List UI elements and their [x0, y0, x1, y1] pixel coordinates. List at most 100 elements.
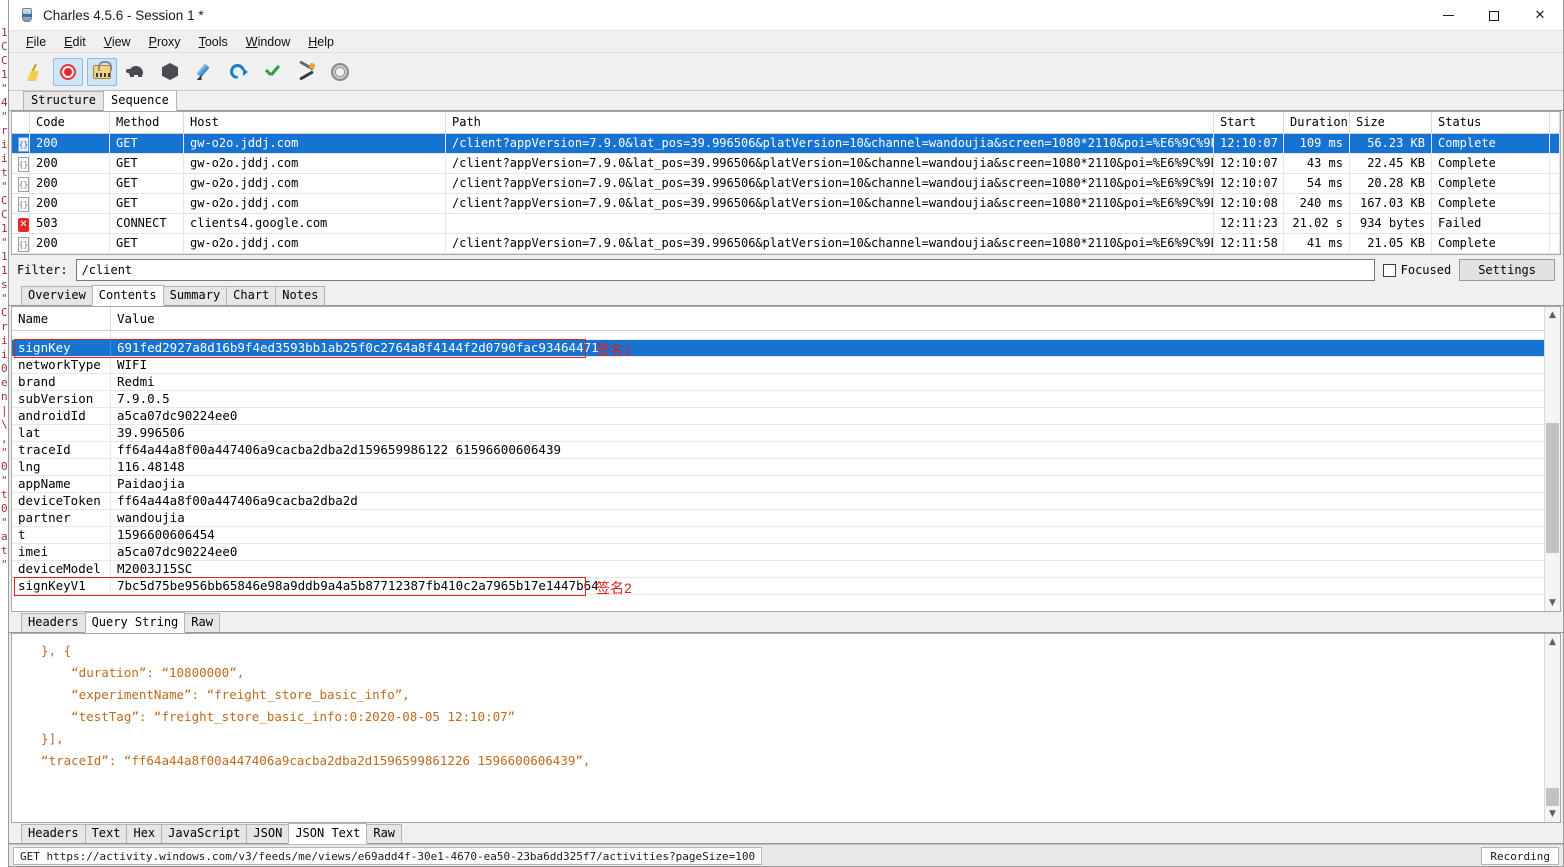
json-text-content[interactable]: }, { “duration”: “10800000”, “experiment…: [12, 634, 1560, 772]
column-header-host[interactable]: Host: [184, 112, 446, 133]
menu-item-tools[interactable]: Tools: [190, 33, 237, 51]
table-row[interactable]: t 1596600606454: [12, 527, 1560, 544]
cell-start: 12:10:07: [1214, 154, 1284, 173]
table-row[interactable]: deviceModel M2003J15SC: [12, 561, 1560, 578]
json-scroll-down-icon[interactable]: ▼: [1545, 806, 1561, 822]
tab-resp-json-text[interactable]: JSON Text: [288, 823, 368, 844]
scrollbar-thumb[interactable]: [1545, 423, 1559, 553]
tab-contents[interactable]: Contents: [91, 285, 164, 306]
settings-gear-button[interactable]: [325, 58, 355, 86]
table-row[interactable]: {} 200 GET gw-o2o.jddj.com/client?appVersio…: [12, 174, 1560, 194]
menu-item-proxy[interactable]: Proxy: [140, 33, 190, 51]
tab-resp-text[interactable]: Text: [84, 824, 128, 843]
menu-item-window[interactable]: Window: [237, 33, 299, 51]
tab-resp-headers[interactable]: Headers: [21, 824, 86, 843]
tab-structure[interactable]: Structure: [23, 91, 105, 110]
table-row[interactable]: traceId ff64a44a8f00a447406a9cacba2dba2d1…: [12, 442, 1560, 459]
column-header-value[interactable]: Value: [111, 307, 1560, 330]
minimize-button[interactable]: [1425, 0, 1471, 31]
cell-size: 167.03 KB: [1350, 194, 1432, 213]
table-row[interactable]: appName Paidaojia: [12, 476, 1560, 493]
throttle-button[interactable]: [121, 58, 151, 86]
column-header-duration[interactable]: Duration: [1284, 112, 1350, 133]
tab-resp-json[interactable]: JSON: [246, 824, 290, 843]
column-header-status[interactable]: Status: [1432, 112, 1550, 133]
table-row[interactable]: signKeyV1 7bc5d75be956bb65846e98a9ddb9a4a…: [12, 578, 1560, 595]
list-item-partial[interactable]: [12, 331, 1560, 340]
table-row[interactable]: networkType WIFI: [12, 357, 1560, 374]
cell-size: 934 bytes: [1350, 214, 1432, 233]
table-row[interactable]: signKey 691fed2927a8d16b9f4ed3593bb1ab25f…: [12, 340, 1560, 357]
table-row[interactable]: {} 200 GET gw-o2o.jddj.com/client?appVersio…: [12, 134, 1560, 154]
column-header-method[interactable]: Method: [110, 112, 184, 133]
column-header-icon[interactable]: [12, 112, 30, 133]
table-row[interactable]: lat 39.996506: [12, 425, 1560, 442]
cell-path: /client?appVersion=7.9.0&lat_pos=39.9965…: [446, 134, 1214, 153]
focused-checkbox[interactable]: [1382, 263, 1396, 277]
table-row[interactable]: {} 200 GET gw-o2o.jddj.com/client?appVersio…: [12, 194, 1560, 214]
main-tab-bar: Structure Sequence: [9, 90, 1563, 111]
tab-resp-javascript[interactable]: JavaScript: [161, 824, 248, 843]
compose-button[interactable]: [189, 58, 219, 86]
column-header-size[interactable]: Size: [1350, 112, 1432, 133]
json-scrollbar[interactable]: ▲ ▼: [1544, 634, 1560, 822]
menu-item-file[interactable]: File: [17, 33, 55, 51]
tab-resp-hex[interactable]: Hex: [126, 824, 163, 843]
tab-headers[interactable]: Headers: [21, 613, 86, 632]
table-row[interactable]: subVersion 7.9.0.5: [12, 391, 1560, 408]
menu-item-view[interactable]: View: [95, 33, 140, 51]
scrollbar-track[interactable]: [1545, 323, 1561, 595]
repeat-button[interactable]: [223, 58, 253, 86]
column-header-start[interactable]: Start: [1214, 112, 1284, 133]
clear-session-button[interactable]: [19, 58, 49, 86]
table-row[interactable]: deviceToken ff64a44a8f00a447406a9cacba2db…: [12, 493, 1560, 510]
tab-chart[interactable]: Chart: [226, 286, 277, 305]
request-list-header: Code Method Host Path Start Duration Siz…: [12, 112, 1560, 134]
ssl-proxying-button[interactable]: [87, 57, 117, 86]
json-scrollbar-thumb[interactable]: [1545, 788, 1559, 806]
json-scrollbar-track[interactable]: [1545, 650, 1561, 806]
filter-input[interactable]: /client: [75, 259, 1375, 281]
scroll-up-icon[interactable]: ▲: [1545, 307, 1561, 323]
table-row[interactable]: brand Redmi: [12, 374, 1560, 391]
minimize-icon: [1442, 15, 1454, 16]
maximize-button[interactable]: [1471, 0, 1517, 31]
table-row[interactable]: androidId a5ca07dc90224ee0: [12, 408, 1560, 425]
column-header-name[interactable]: Name: [12, 307, 111, 330]
scroll-down-icon[interactable]: ▼: [1545, 595, 1561, 611]
settings-button[interactable]: Settings: [1459, 259, 1555, 281]
tab-query-string[interactable]: Query String: [84, 612, 186, 633]
table-row[interactable]: partner wandoujia: [12, 510, 1560, 527]
tab-resp-raw[interactable]: Raw: [366, 824, 403, 843]
menu-item-edit[interactable]: Edit: [55, 33, 95, 51]
cell-method: GET: [110, 134, 184, 153]
focused-checkbox-wrap[interactable]: Focused: [1382, 263, 1451, 277]
title-bar: Charles 4.5.6 - Session 1 * ✕: [9, 0, 1563, 31]
table-row[interactable]: {} 200 GET gw-o2o.jddj.com/client?appVersio…: [12, 234, 1560, 254]
tab-summary[interactable]: Summary: [162, 286, 228, 305]
tab-sequence[interactable]: Sequence: [103, 90, 177, 111]
tab-overview[interactable]: Overview: [21, 286, 93, 305]
menu-item-help[interactable]: Help: [299, 33, 343, 51]
column-header-code[interactable]: Code: [30, 112, 110, 133]
table-row[interactable]: ✕ 503 CONNECT clients4.google.com 12:11:23 21…: [12, 214, 1560, 234]
column-header-extra[interactable]: [1550, 112, 1560, 133]
json-scroll-up-icon[interactable]: ▲: [1545, 634, 1561, 650]
cell-name: brand: [12, 374, 111, 390]
tab-notes[interactable]: Notes: [275, 286, 326, 305]
record-button[interactable]: [53, 57, 83, 86]
table-row[interactable]: imei a5ca07dc90224ee0: [12, 544, 1560, 561]
breakpoints-button[interactable]: [155, 58, 185, 86]
validate-button[interactable]: [257, 58, 287, 86]
tools-button[interactable]: [291, 58, 321, 86]
name-value-scrollbar[interactable]: ▲ ▼: [1544, 307, 1560, 611]
cell-method: GET: [110, 194, 184, 213]
column-header-path[interactable]: Path: [446, 112, 1214, 133]
tab-raw[interactable]: Raw: [184, 613, 220, 632]
table-row[interactable]: lng 116.48148: [12, 459, 1560, 476]
cell-status: Complete: [1432, 154, 1550, 173]
validate-check-icon: [263, 63, 281, 81]
close-button[interactable]: ✕: [1517, 0, 1563, 31]
table-row[interactable]: {} 200 GET gw-o2o.jddj.com/client?appVersio…: [12, 154, 1560, 174]
detail-tab-bar: Overview Contents Summary Chart Notes: [9, 285, 1563, 306]
